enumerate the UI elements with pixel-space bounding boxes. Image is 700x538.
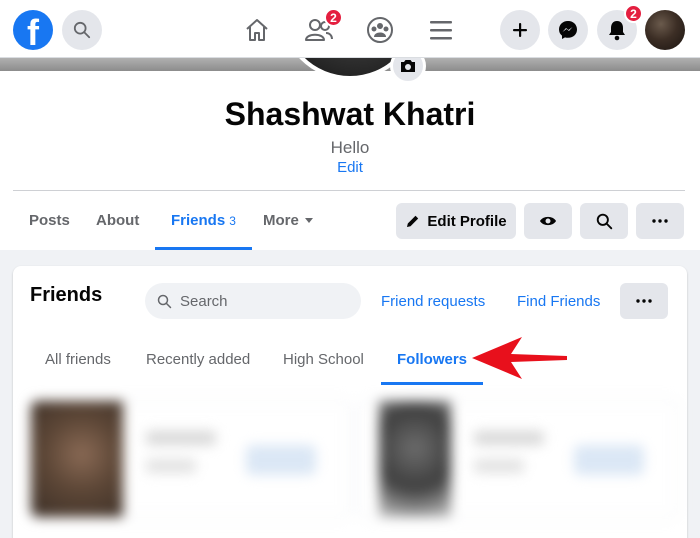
view-as-button[interactable] xyxy=(524,203,572,239)
more-dots-icon xyxy=(652,219,668,223)
follower-card[interactable] xyxy=(358,400,678,518)
friends-notification-badge: 2 xyxy=(324,8,343,27)
profile-bio: Hello xyxy=(330,138,370,157)
tab-posts[interactable]: Posts xyxy=(29,191,70,250)
follower-action-button[interactable] xyxy=(246,445,316,475)
home-nav-button[interactable] xyxy=(237,10,277,50)
bell-icon xyxy=(609,21,625,41)
tab-friends[interactable]: Friends 3 xyxy=(155,191,252,250)
tab-high-school[interactable]: High School xyxy=(283,333,364,385)
account-avatar[interactable] xyxy=(645,10,685,50)
friend-requests-link[interactable]: Friend requests xyxy=(381,283,485,319)
groups-icon xyxy=(367,17,393,43)
caret-down-icon xyxy=(304,218,313,223)
profile-header: Shashwat Khatri Hello Edit Posts About F… xyxy=(0,0,700,250)
top-navigation-bar: f 2 2 xyxy=(0,0,700,58)
messenger-button[interactable] xyxy=(548,10,588,50)
eye-icon xyxy=(540,216,556,226)
edit-bio-link[interactable]: Edit xyxy=(0,159,700,176)
facebook-logo[interactable]: f xyxy=(13,10,53,53)
messenger-icon xyxy=(559,21,577,39)
search-button[interactable] xyxy=(62,10,102,50)
tab-about[interactable]: About xyxy=(96,191,139,250)
search-icon xyxy=(157,294,172,308)
profile-search-button[interactable] xyxy=(580,203,628,239)
tab-followers[interactable]: Followers xyxy=(381,333,484,385)
friends-more-options-button[interactable] xyxy=(620,283,668,319)
pencil-icon xyxy=(407,215,419,227)
more-dots-icon xyxy=(636,299,652,303)
notifications-badge: 2 xyxy=(624,4,643,23)
notifications-button[interactable]: 2 xyxy=(597,4,643,50)
friends-count: 3 xyxy=(229,213,236,228)
camera-icon xyxy=(401,60,415,72)
follower-name xyxy=(474,431,544,445)
follower-photo xyxy=(31,401,123,517)
profile-more-options-button[interactable] xyxy=(636,203,684,239)
tab-all-friends[interactable]: All friends xyxy=(45,333,111,385)
find-friends-link[interactable]: Find Friends xyxy=(517,283,600,319)
follower-name xyxy=(146,431,216,445)
menu-nav-button[interactable] xyxy=(421,10,461,50)
plus-icon xyxy=(513,23,527,37)
friends-section: Friends Search Friend requests Find Frie… xyxy=(13,266,687,538)
hamburger-menu-icon xyxy=(430,21,452,40)
profile-name: Shashwat Khatri xyxy=(224,96,476,132)
tab-more[interactable]: More xyxy=(263,191,313,250)
friends-nav-button[interactable]: 2 xyxy=(299,8,343,50)
annotation-arrow-icon xyxy=(472,337,567,379)
create-button[interactable] xyxy=(500,10,540,50)
follower-card[interactable] xyxy=(30,400,350,518)
search-icon xyxy=(73,21,91,39)
friends-section-title: Friends xyxy=(30,284,103,306)
groups-nav-button[interactable] xyxy=(360,10,400,50)
search-placeholder: Search xyxy=(180,292,228,310)
friends-search-input[interactable]: Search xyxy=(145,283,361,319)
follower-subtitle xyxy=(474,459,524,473)
tab-recently-added[interactable]: Recently added xyxy=(146,333,250,385)
follower-photo xyxy=(379,401,451,517)
search-icon xyxy=(596,213,612,229)
follower-subtitle xyxy=(146,459,196,473)
home-icon xyxy=(246,19,268,41)
edit-profile-button[interactable]: Edit Profile xyxy=(396,203,516,239)
follower-action-button[interactable] xyxy=(574,445,644,475)
